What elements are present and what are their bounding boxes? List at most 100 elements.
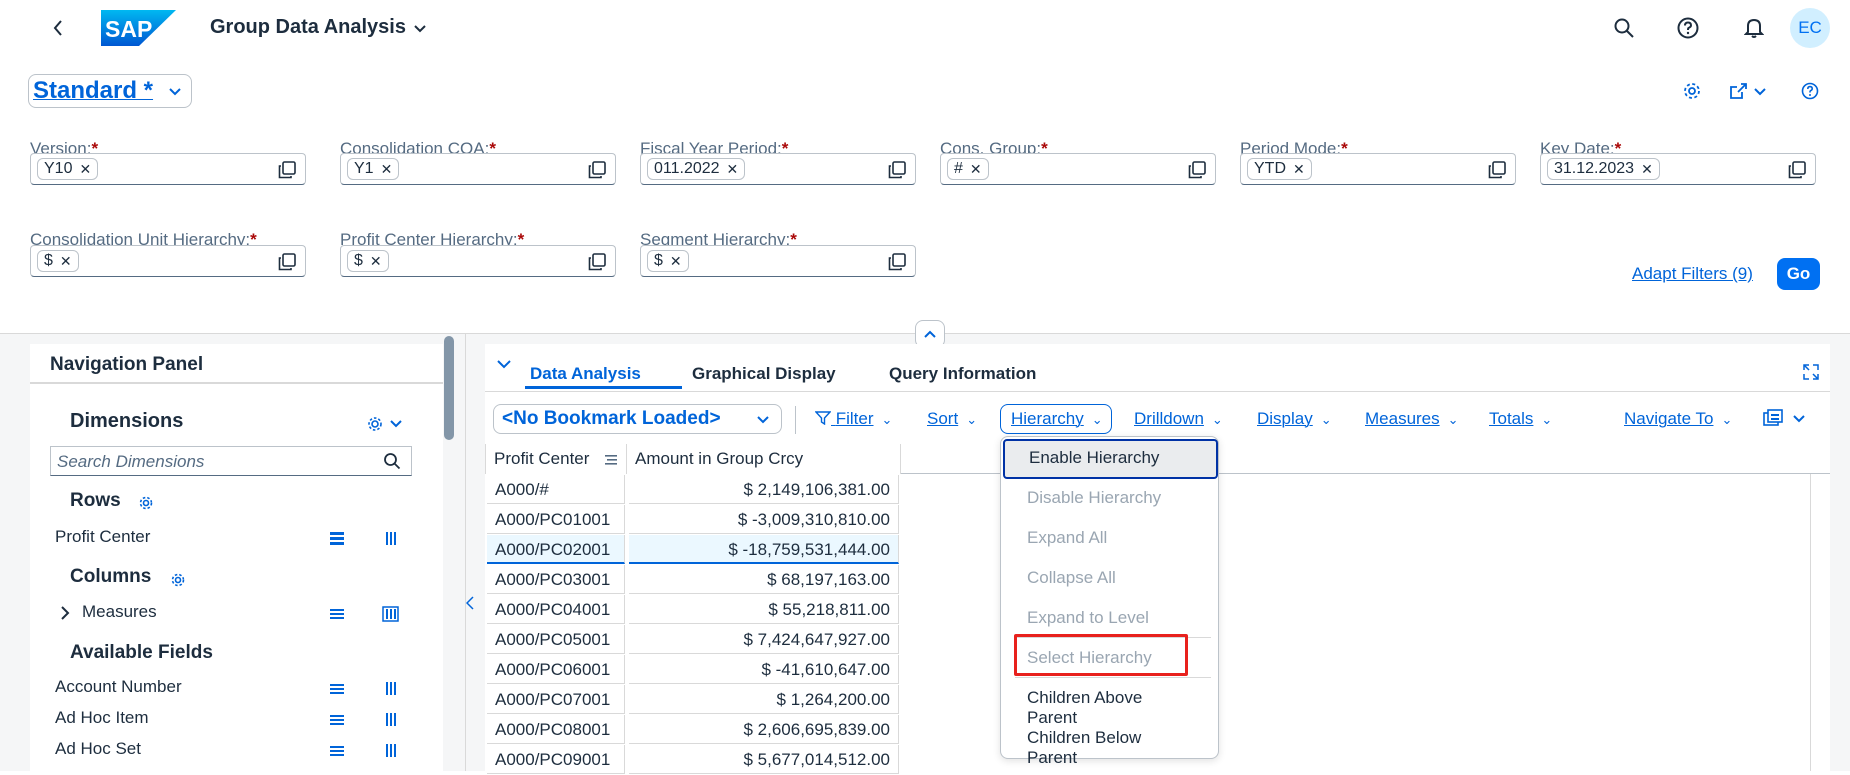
value-help-icon[interactable]	[887, 252, 907, 272]
menu-item-enable-hierarchy[interactable]: Enable Hierarchy	[1003, 439, 1218, 479]
chevron-right-icon[interactable]	[60, 606, 72, 620]
amount-cell[interactable]: $ 7,424,647,927.00	[629, 625, 899, 654]
fullscreen-icon[interactable]	[1803, 364, 1819, 380]
filter-token[interactable]: # ✕	[947, 158, 989, 180]
profit-center-cell[interactable]: A000/PC07001	[487, 685, 625, 714]
profit-center-cell[interactable]: A000/PC08001	[487, 715, 625, 744]
sort-button[interactable]: Sort ⌄	[927, 409, 977, 429]
bookmark-select[interactable]: <No Bookmark Loaded>	[493, 404, 782, 434]
value-help-icon[interactable]	[277, 252, 297, 272]
filter-input[interactable]: $ ✕	[640, 245, 916, 277]
columns-settings-icon[interactable]	[169, 571, 187, 589]
chevron-left-icon[interactable]	[465, 596, 474, 613]
tab-data-analysis[interactable]: Data Analysis	[530, 364, 641, 384]
filter-token[interactable]: $ ✕	[647, 250, 689, 272]
filter-input[interactable]: $ ✕	[340, 245, 616, 277]
chevron-down-icon[interactable]	[497, 356, 511, 374]
value-help-icon[interactable]	[587, 160, 607, 180]
filter-token[interactable]: 31.12.2023 ✕	[1547, 158, 1660, 180]
rows-field-profit-center[interactable]: Profit Center	[55, 527, 150, 547]
remove-token-icon[interactable]: ✕	[79, 161, 91, 178]
menu-item-children-below-parent[interactable]: Children Below Parent	[1001, 719, 1220, 767]
tab-graphical-display[interactable]: Graphical Display	[692, 364, 836, 384]
variant-management[interactable]: Standard *	[28, 74, 193, 108]
available-field-item[interactable]: Account Number	[55, 677, 182, 697]
remove-token-icon[interactable]: ✕	[970, 161, 982, 178]
available-field-item[interactable]: Ad Hoc Set	[55, 739, 141, 759]
filter-input[interactable]: 31.12.2023 ✕	[1540, 153, 1816, 185]
filter-button[interactable]: Filter ⌄	[814, 409, 892, 429]
adapt-filters-link[interactable]: Adapt Filters (9)	[1632, 264, 1753, 284]
amount-cell[interactable]: $ 2,149,106,381.00	[629, 475, 899, 504]
panel-splitter[interactable]	[465, 334, 466, 771]
amount-cell[interactable]: $ 68,197,163.00	[629, 565, 899, 594]
value-help-icon[interactable]	[1187, 160, 1207, 180]
profit-center-cell[interactable]: A000/PC05001	[487, 625, 625, 654]
hierarchy-button[interactable]: Hierarchy ⌄	[1000, 404, 1112, 434]
user-avatar[interactable]: EC	[1790, 8, 1830, 48]
value-help-icon[interactable]	[1787, 160, 1807, 180]
display-button[interactable]: Display ⌄	[1257, 409, 1332, 429]
amount-cell[interactable]: $ 5,677,014,512.00	[629, 745, 899, 774]
navigation-panel-scrollbar[interactable]	[444, 336, 454, 440]
remove-token-icon[interactable]: ✕	[1293, 161, 1305, 178]
menu-item-children-above-parent[interactable]: Children Above Parent	[1001, 679, 1220, 727]
profit-center-cell[interactable]: A000/PC01001	[487, 505, 625, 534]
amount-cell[interactable]: $ -3,009,310,810.00	[629, 505, 899, 534]
filter-input[interactable]: Y10 ✕	[30, 153, 306, 185]
columns-field-measures[interactable]: Measures	[82, 602, 157, 622]
filter-token[interactable]: YTD ✕	[1247, 158, 1312, 180]
share-icon[interactable]	[1726, 78, 1772, 104]
amount-cell[interactable]: $ 55,218,811.00	[629, 595, 899, 624]
filter-token[interactable]: $ ✕	[347, 250, 389, 272]
sap-logo[interactable]: SAP	[101, 10, 176, 46]
filter-input[interactable]: YTD ✕	[1240, 153, 1516, 185]
filter-input[interactable]: # ✕	[940, 153, 1216, 185]
back-icon[interactable]	[44, 14, 72, 42]
profit-center-cell[interactable]: A000/PC09001	[487, 745, 625, 774]
filter-token[interactable]: $ ✕	[37, 250, 79, 272]
notifications-bell-icon[interactable]	[1740, 14, 1768, 42]
search-dimensions-input[interactable]: Search Dimensions	[50, 446, 412, 476]
filter-input[interactable]: Y1 ✕	[340, 153, 616, 185]
value-help-icon[interactable]	[587, 252, 607, 272]
remove-token-icon[interactable]: ✕	[60, 253, 72, 270]
help-icon[interactable]	[1674, 14, 1702, 42]
remove-token-icon[interactable]: ✕	[1641, 161, 1653, 178]
filter-input[interactable]: $ ✕	[30, 245, 306, 277]
filter-input[interactable]: 011.2022 ✕	[640, 153, 916, 185]
amount-cell[interactable]: $ 2,606,695,839.00	[629, 715, 899, 744]
measures-button[interactable]: Measures ⌄	[1365, 409, 1459, 429]
remove-token-icon[interactable]: ✕	[370, 253, 382, 270]
value-help-icon[interactable]	[1487, 160, 1507, 180]
rows-settings-icon[interactable]	[137, 494, 155, 512]
drilldown-button[interactable]: Drilldown ⌄	[1134, 409, 1223, 429]
header-profit-center[interactable]: Profit Center	[485, 444, 627, 474]
profit-center-cell[interactable]: A000/PC06001	[487, 655, 625, 684]
header-amount[interactable]: Amount in Group Crcy	[627, 444, 901, 474]
available-field-item[interactable]: Ad Hoc Item	[55, 708, 149, 728]
amount-cell[interactable]: $ 1,264,200.00	[629, 685, 899, 714]
value-help-icon[interactable]	[277, 160, 297, 180]
remove-token-icon[interactable]: ✕	[381, 161, 393, 178]
help-icon[interactable]	[1796, 78, 1824, 104]
amount-cell[interactable]: $ -41,610,647.00	[629, 655, 899, 684]
filter-token[interactable]: 011.2022 ✕	[647, 158, 746, 180]
filter-token[interactable]: Y1 ✕	[347, 158, 400, 180]
tab-query-information[interactable]: Query Information	[889, 364, 1036, 384]
profit-center-cell[interactable]: A000/PC03001	[487, 565, 625, 594]
profit-center-cell[interactable]: A000/PC02001	[487, 535, 625, 564]
remove-token-icon[interactable]: ✕	[670, 253, 682, 270]
remove-token-icon[interactable]: ✕	[727, 161, 739, 178]
filter-token[interactable]: Y10 ✕	[37, 158, 99, 180]
settings-gear-icon[interactable]	[1678, 78, 1706, 104]
app-title[interactable]: Group Data Analysis	[210, 16, 426, 39]
search-icon[interactable]	[1610, 14, 1638, 42]
navigate-to-button[interactable]: Navigate To ⌄	[1624, 409, 1732, 429]
export-icon[interactable]	[1762, 408, 1810, 430]
value-help-icon[interactable]	[887, 160, 907, 180]
profit-center-cell[interactable]: A000/#	[487, 475, 625, 504]
go-button[interactable]: Go	[1777, 258, 1820, 290]
profit-center-cell[interactable]: A000/PC04001	[487, 595, 625, 624]
dimensions-settings-icon[interactable]	[368, 414, 408, 434]
